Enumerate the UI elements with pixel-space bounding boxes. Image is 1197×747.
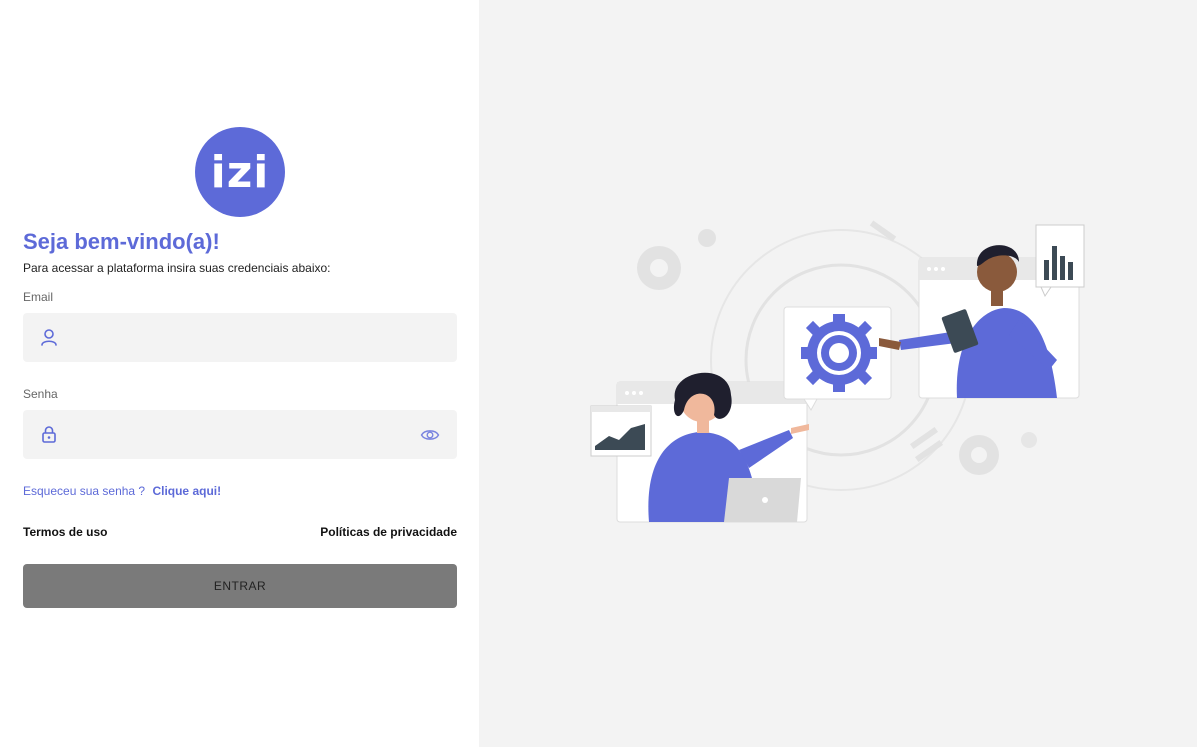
email-field-container (23, 313, 457, 362)
illustration-panel (479, 0, 1197, 747)
gear-icon (801, 314, 877, 392)
email-field[interactable] (75, 313, 445, 362)
login-panel: izi Seja bem-vindo(a)! Para acessar a pl… (0, 0, 479, 747)
password-field-container (23, 410, 457, 459)
eye-icon[interactable] (420, 425, 440, 445)
izi-logo: izi (195, 127, 285, 217)
password-field[interactable] (75, 410, 415, 459)
gear-icon (637, 246, 681, 290)
privacy-policy-link[interactable]: Políticas de privacidade (320, 525, 457, 539)
welcome-subtitle: Para acessar a plataforma insira suas cr… (23, 261, 331, 275)
email-label: Email (23, 290, 54, 304)
enter-button[interactable]: ENTRAR (23, 564, 457, 608)
user-icon (41, 329, 57, 346)
welcome-title: Seja bem-vindo(a)! (23, 229, 220, 254)
logo-text: izi (210, 146, 270, 198)
forgot-password: Esqueceu sua senha ? Clique aqui! (23, 484, 221, 498)
forgot-password-text: Esqueceu sua senha ? (23, 484, 146, 498)
team-settings-illustration (590, 220, 1085, 523)
forgot-password-link[interactable]: Clique aqui! (152, 484, 221, 498)
terms-of-use-link[interactable]: Termos de uso (23, 525, 107, 539)
lock-icon (42, 426, 56, 443)
password-label: Senha (23, 387, 58, 401)
